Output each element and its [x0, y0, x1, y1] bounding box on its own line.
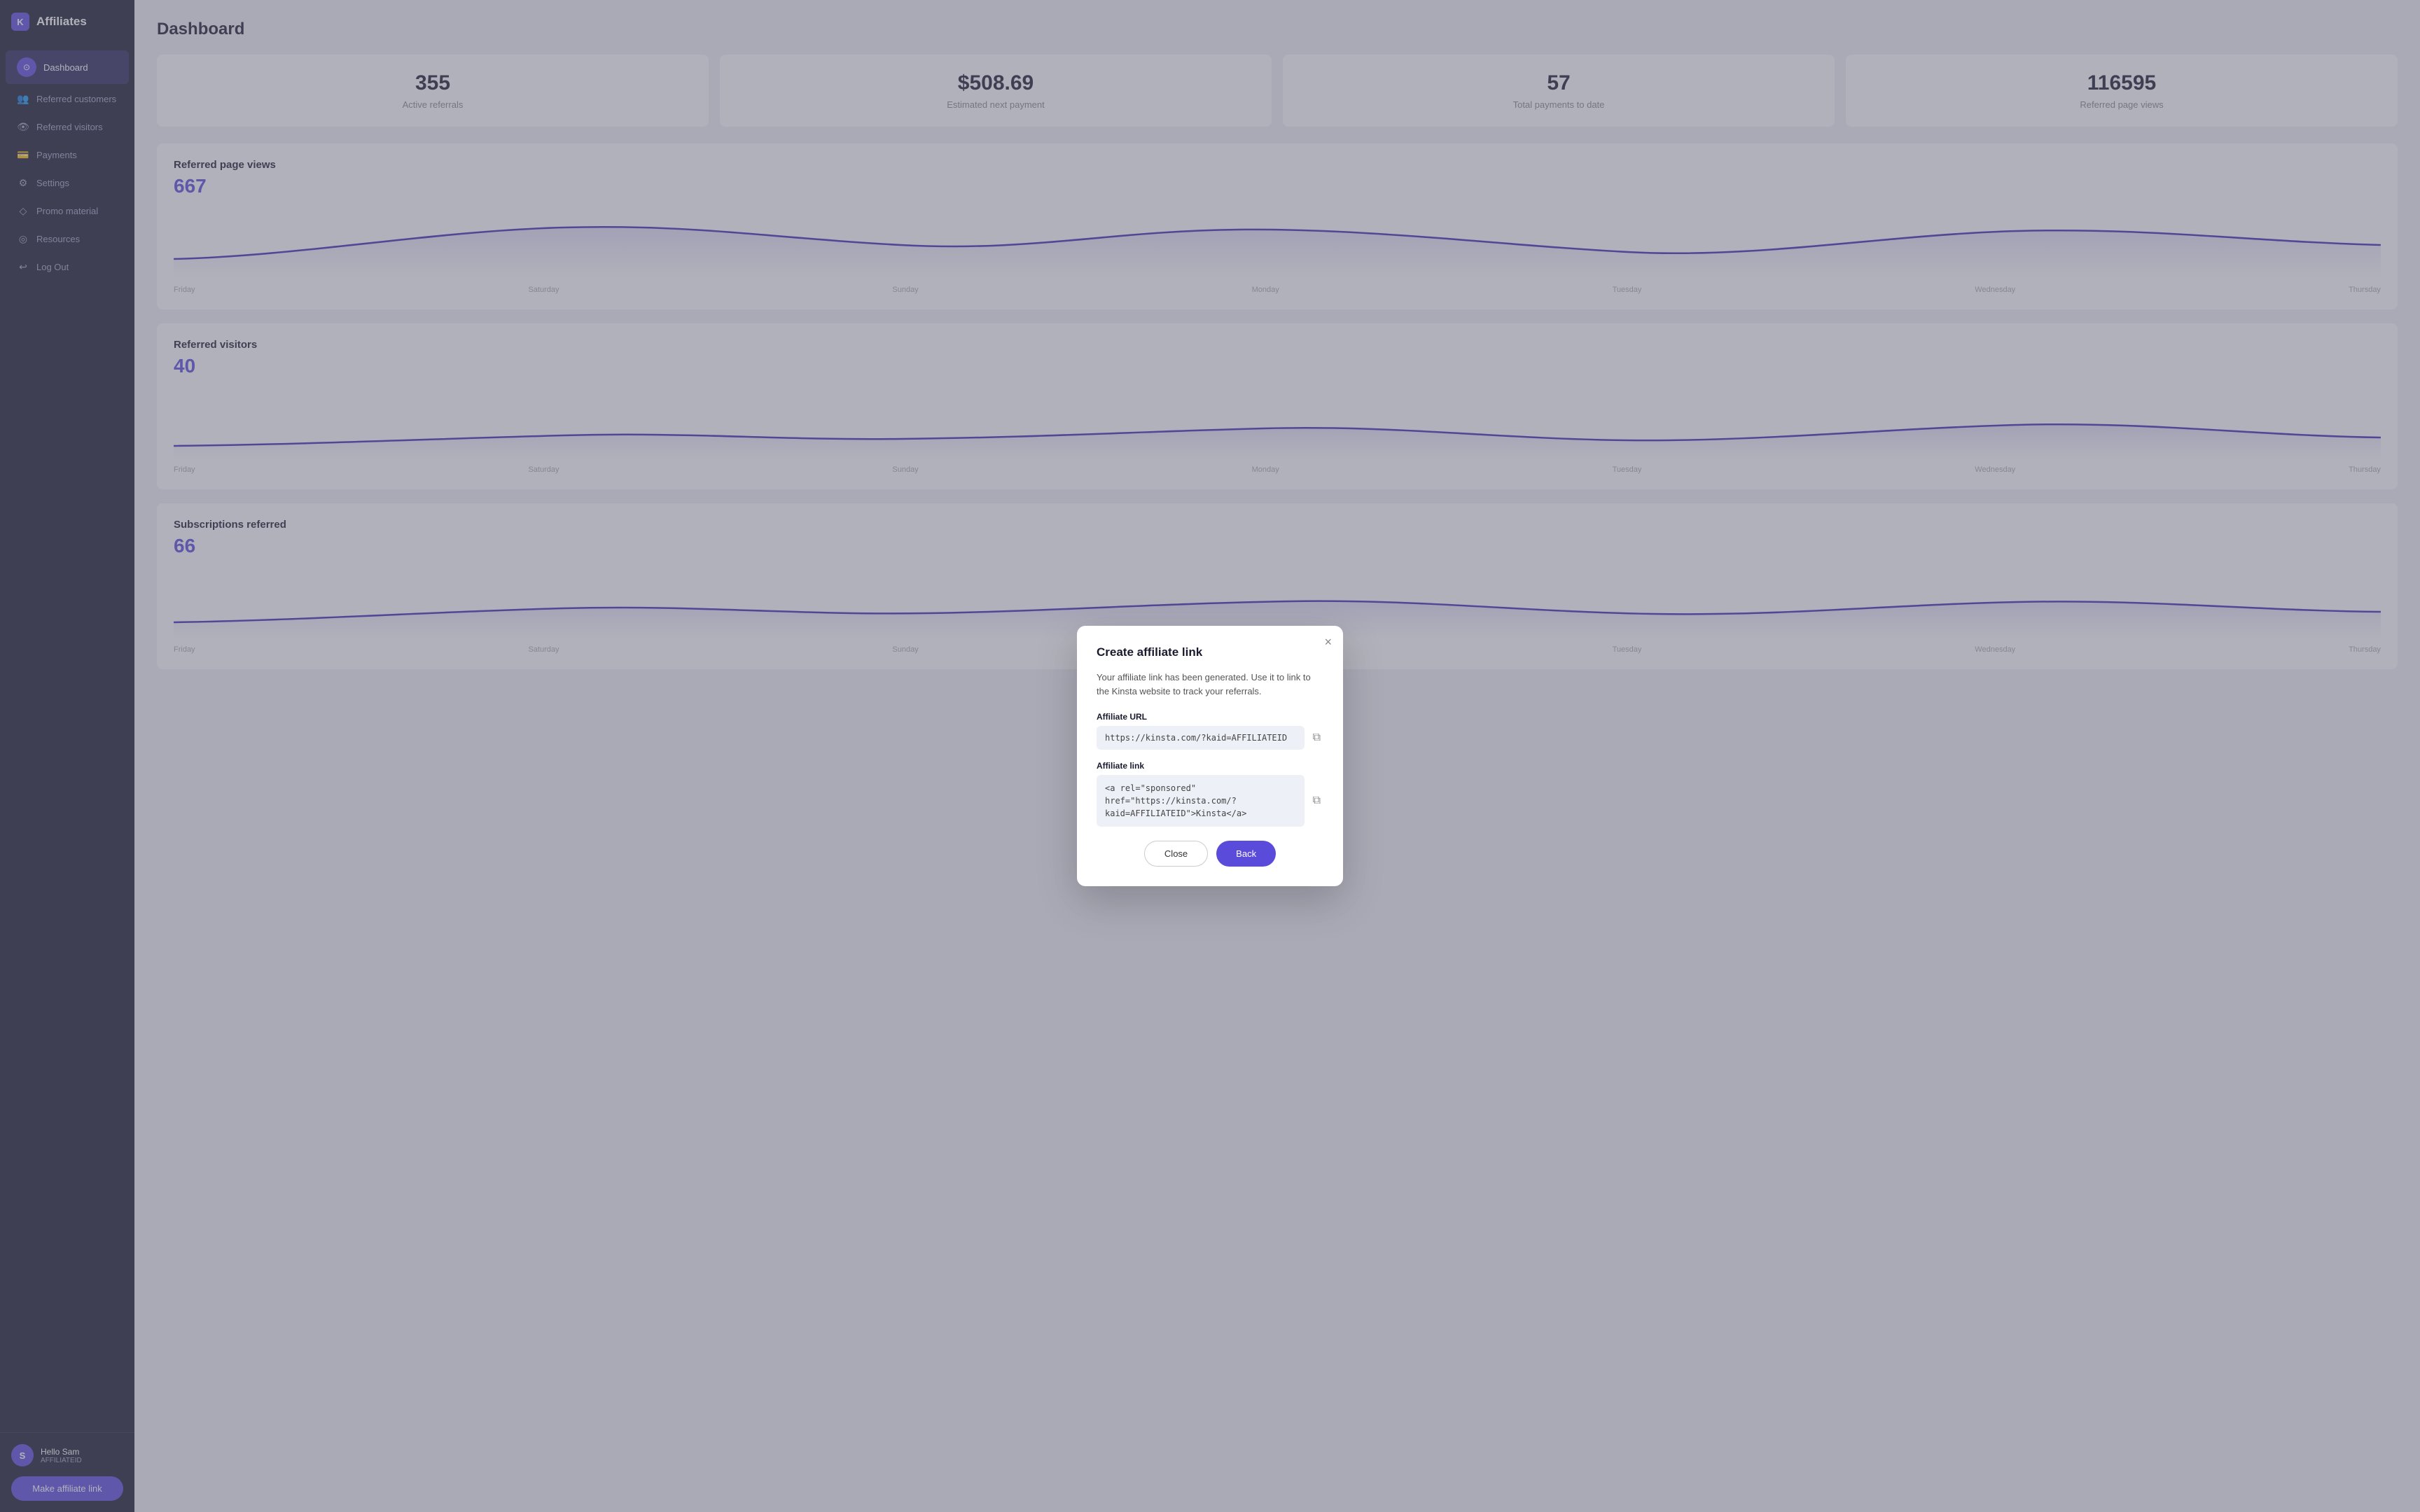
- copy-link-button[interactable]: ⧉: [1310, 792, 1323, 810]
- close-button[interactable]: Close: [1144, 841, 1208, 867]
- back-button[interactable]: Back: [1216, 841, 1276, 867]
- modal-close-x-button[interactable]: ×: [1324, 636, 1332, 648]
- affiliate-url-row: ⧉: [1097, 726, 1323, 750]
- modal-actions: Close Back: [1097, 841, 1323, 867]
- modal-overlay: × Create affiliate link Your affiliate l…: [0, 0, 2420, 1512]
- modal: × Create affiliate link Your affiliate l…: [1077, 626, 1343, 886]
- affiliate-link-section: Affiliate link <a rel="sponsored" href="…: [1097, 761, 1323, 827]
- modal-title: Create affiliate link: [1097, 645, 1323, 659]
- affiliate-url-label: Affiliate URL: [1097, 712, 1323, 722]
- affiliate-link-row: <a rel="sponsored" href="https://kinsta.…: [1097, 775, 1323, 827]
- affiliate-link-label: Affiliate link: [1097, 761, 1323, 771]
- affiliate-url-section: Affiliate URL ⧉: [1097, 712, 1323, 750]
- modal-description: Your affiliate link has been generated. …: [1097, 671, 1323, 698]
- affiliate-link-textarea[interactable]: <a rel="sponsored" href="https://kinsta.…: [1097, 775, 1305, 827]
- affiliate-url-input[interactable]: [1097, 726, 1305, 750]
- copy-url-button[interactable]: ⧉: [1310, 729, 1323, 747]
